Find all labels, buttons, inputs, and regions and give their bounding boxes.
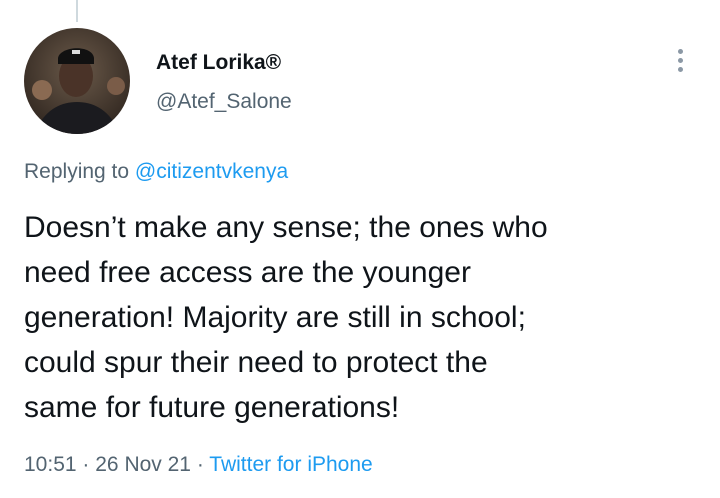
author-display-name[interactable]: Atef Lorika® (156, 50, 281, 76)
tweet-date[interactable]: 26 Nov 21 (95, 453, 191, 476)
replying-prefix: Replying to (24, 160, 130, 183)
replying-to: Replying to @citizentvkenya (24, 159, 288, 185)
author-handle[interactable]: @Atef_Salone (156, 89, 292, 115)
more-dot (677, 66, 683, 72)
tweet-text: Doesn’t make any sense; the ones who nee… (24, 211, 548, 424)
more-dot (677, 57, 683, 63)
tweet-source-link[interactable]: Twitter for iPhone (209, 453, 372, 476)
thread-connector-line (76, 0, 78, 22)
tweet-meta: 10:51 · 26 Nov 21 · Twitter for iPhone (24, 452, 373, 478)
profile-photo (24, 28, 130, 134)
avatar[interactable] (24, 28, 130, 134)
meta-separator: · (196, 453, 204, 476)
tweet-time[interactable]: 10:51 (24, 453, 77, 476)
meta-separator: · (82, 453, 90, 476)
more-dot (677, 48, 683, 54)
replying-to-mention[interactable]: @citizentvkenya (135, 160, 288, 183)
more-vertical-icon[interactable] (664, 42, 696, 78)
